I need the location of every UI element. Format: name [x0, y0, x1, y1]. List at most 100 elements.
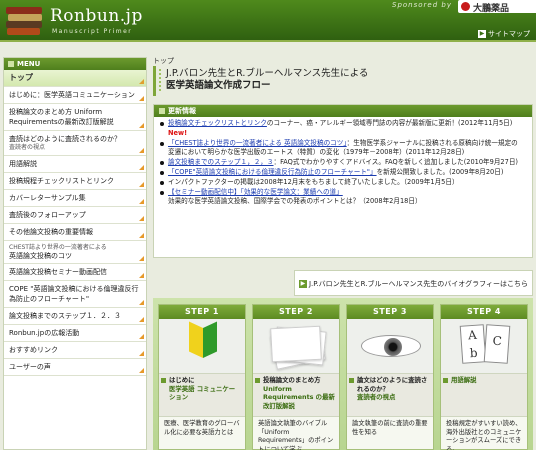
sidebar-item-sublabel: 査読者の視点	[9, 144, 46, 151]
news-item: 論文投稿までのステップ１，２，３：FAQ式でわかりやすくアドバイス。FAQを新し…	[160, 158, 524, 168]
step-header: STEP 3	[347, 305, 433, 319]
bullet-icon	[160, 141, 164, 146]
square-icon	[8, 61, 14, 67]
corner-arrow-icon	[139, 273, 144, 278]
arrow-right-icon	[161, 378, 166, 383]
book-abc-icon: Ab C	[459, 324, 511, 365]
corner-arrow-icon	[139, 165, 144, 170]
site-logo-title[interactable]: Ronbun.jp	[50, 6, 143, 26]
sidebar-item-label: 査読はどのように査読されるのか？	[9, 135, 121, 143]
sidebar-item-label: カバーレターサンプル集	[9, 194, 86, 202]
news-item: 「COPE"英語論文投稿における倫理違反行為防止のフローチャート"」を新規公開致…	[160, 167, 524, 178]
biography-link[interactable]: ▶ J.P.バロン先生とR.ブルーヘルマンス先生のバイオグラフィーはこちら	[294, 270, 533, 296]
arrow-right-icon	[255, 378, 260, 383]
step-description: 英語論文執筆のバイブル「Uniform Requirements」のポイントにつ…	[258, 420, 334, 450]
step-description: 論文執筆の前に査読の重要性を知る	[352, 420, 428, 436]
corner-arrow-icon	[139, 368, 144, 373]
sidebar-item-steps[interactable]: 論文投稿までのステップ１．２．３	[4, 308, 146, 325]
breadcrumb-top[interactable]: トップ	[153, 57, 174, 65]
sidebar-item-introduction[interactable]: はじめに：医学英語コミュニケーション	[4, 87, 146, 104]
corner-arrow-icon	[139, 334, 144, 339]
step-description: 投稿規定がすいすい読め、海外出版社とのコミュニケーションがスムーズにできる。	[446, 420, 522, 450]
arrow-right-icon	[443, 378, 448, 383]
sidebar-item-links[interactable]: おすすめリンク	[4, 342, 146, 359]
step-pre-title: はじめに	[169, 376, 195, 384]
sidebar-item-label: CHEST誌より世界の一流著者による	[9, 244, 107, 251]
step-card-1[interactable]: STEP 1 はじめに 医学英語 コミュニケーション 医療、医学教育のグローバル…	[158, 304, 246, 450]
sidebar-item-seminar-video[interactable]: 英語論文投稿セミナー動画配信	[4, 264, 146, 281]
sidebar-item-label: 投稿規程チェックリストとリンク	[9, 177, 114, 185]
site-header: Ronbun.jp Manuscript Primer Sponsored by…	[0, 0, 536, 42]
step-caption[interactable]: はじめに 医学英語 コミュニケーション	[159, 373, 245, 417]
papers-icon	[253, 319, 339, 373]
news-panel: 更新情報 投稿論文チェックリストとリンクのコーナー、癌・アレルギー領域専門誌の内…	[153, 104, 533, 258]
breadcrumb[interactable]: トップ	[153, 56, 174, 66]
step-card-2[interactable]: STEP 2 投稿論文のまとめ方 Uniform Requirements の最…	[252, 304, 340, 450]
step-caption[interactable]: 論文はどのように査読されるのか？ 査読者の視点	[347, 373, 433, 417]
sidebar-item-pr[interactable]: Ronbun.jpの広報活動	[4, 325, 146, 342]
corner-arrow-icon	[139, 123, 144, 128]
dots-decoration	[158, 68, 162, 92]
step-pre-title: 投稿論文のまとめ方	[263, 376, 321, 384]
sidebar-item-label: 投稿論文のまとめ方 Uniform Requirementsの最新改訂版解説	[9, 108, 114, 126]
sidebar-item-other-info[interactable]: その他論文投稿の重要情報	[4, 224, 146, 241]
news-text: を新規公開致しました。(2009年8月20日)	[376, 167, 504, 176]
books-logo-icon[interactable]	[6, 3, 44, 37]
step-title: 査読者の視点	[357, 393, 396, 401]
sidebar-item-chest-tips[interactable]: CHEST誌より世界の一流著者による 英語論文投稿のコツ	[4, 241, 146, 264]
news-link[interactable]: 「CHEST誌より世界の一流著者による 英語論文投稿のコツ」	[168, 139, 347, 147]
step-header: STEP 4	[441, 305, 527, 319]
corner-arrow-icon	[139, 79, 144, 84]
corner-arrow-icon	[139, 351, 144, 356]
sitemap-link[interactable]: ▶ サイトマップ	[478, 29, 530, 39]
news-link[interactable]: 投稿論文チェックリストとリンク	[168, 119, 267, 127]
sponsor-name: 大鵬薬品	[473, 4, 510, 14]
sidebar-item-label: 英語論文投稿セミナー動画配信	[9, 268, 107, 276]
news-link[interactable]: 「COPE"英語論文投稿における倫理違反行為防止のフローチャート"」	[168, 168, 377, 176]
step-card-4[interactable]: STEP 4 Ab C 用語解説 投稿規定がすいすい読め、海外出版社とのコミュニ…	[440, 304, 528, 450]
sidebar-item-peer-review[interactable]: 査読はどのように査読されるのか？ 査読者の視点	[4, 131, 146, 156]
sidebar-item-label: おすすめリンク	[9, 346, 58, 354]
sidebar-item-label: 用語解説	[9, 160, 37, 168]
page-title-line2: 医学英語論文作成フロー	[166, 80, 271, 91]
step-caption[interactable]: 用語解説	[441, 373, 527, 417]
page-title: J.P.バロン先生とR.ブルーヘルマンス先生による 医学英語論文作成フロー	[153, 66, 533, 96]
step-card-3[interactable]: STEP 3 論文はどのように査読されるのか？ 査読者の視点 論文執筆の前に査読…	[346, 304, 434, 450]
news-title: 更新情報	[168, 107, 196, 115]
corner-arrow-icon	[139, 199, 144, 204]
news-item: 投稿論文チェックリストとリンクのコーナー、癌・アレルギー領域専門誌の内容が最新版…	[160, 119, 524, 139]
sidebar-item-cover-letter[interactable]: カバーレターサンプル集	[4, 190, 146, 207]
step-title: Uniform Requirements の最新改訂版解説	[263, 384, 335, 410]
sidebar-item-glossary[interactable]: 用語解説	[4, 156, 146, 173]
corner-arrow-icon	[139, 256, 144, 261]
sponsor-mark-icon	[461, 2, 470, 11]
sidebar-menu: MENU トップ はじめに：医学英語コミュニケーション 投稿論文のまとめ方 Un…	[3, 57, 147, 450]
corner-arrow-icon	[139, 233, 144, 238]
sidebar-item-label: その他論文投稿の重要情報	[9, 228, 93, 236]
beginner-mark-icon	[189, 321, 217, 364]
news-text: ：FAQ式でわかりやすくアドバイス。FAQを新しく追加しました(2010年9月2…	[273, 158, 518, 167]
sidebar-item-follow-up[interactable]: 査読後のフォローアップ	[4, 207, 146, 224]
news-text: インパクトファクターの掲載は2008年12月末をもちまして終了いたしました。（2…	[168, 177, 459, 186]
bullet-icon	[160, 161, 164, 166]
biography-link-label: J.P.バロン先生とR.ブルーヘルマンス先生のバイオグラフィーはこちら	[308, 280, 529, 288]
sponsor-logo[interactable]: 大鵬薬品	[458, 0, 536, 14]
corner-arrow-icon	[139, 182, 144, 187]
sidebar-item-user-voice[interactable]: ユーザーの声	[4, 359, 146, 376]
sidebar-item-label: トップ	[9, 73, 33, 82]
sidebar-item-top[interactable]: トップ	[4, 70, 146, 87]
step-description: 医療、医学教育のグローバル化に必要な英語力とは	[164, 420, 240, 436]
news-link[interactable]: 【セミナー動画配信中】「効果的な医学論文：業績への道」	[168, 188, 343, 196]
news-item: 【セミナー動画配信中】「効果的な医学論文：業績への道」 効果的な医学英語論文投稿、…	[160, 188, 524, 208]
news-link[interactable]: 論文投稿までのステップ１，２，３	[168, 158, 274, 166]
step-title: 用語解説	[451, 376, 477, 384]
sidebar-item-uniform-requirements[interactable]: 投稿論文のまとめ方 Uniform Requirementsの最新改訂版解説	[4, 104, 146, 131]
sidebar-item-checklist[interactable]: 投稿規程チェックリストとリンク	[4, 173, 146, 190]
menu-header: MENU	[4, 58, 146, 70]
sidebar-item-cope[interactable]: COPE "英語論文投稿における倫理違反行為防止のフローチャート"	[4, 281, 146, 308]
bullet-icon	[160, 180, 164, 185]
sponsor-label: Sponsored by	[392, 1, 452, 9]
step-pre-title: 論文はどのように査読されるのか？	[357, 376, 428, 393]
step-image: Ab C	[441, 319, 527, 373]
step-caption[interactable]: 投稿論文のまとめ方 Uniform Requirements の最新改訂版解説	[253, 373, 339, 417]
